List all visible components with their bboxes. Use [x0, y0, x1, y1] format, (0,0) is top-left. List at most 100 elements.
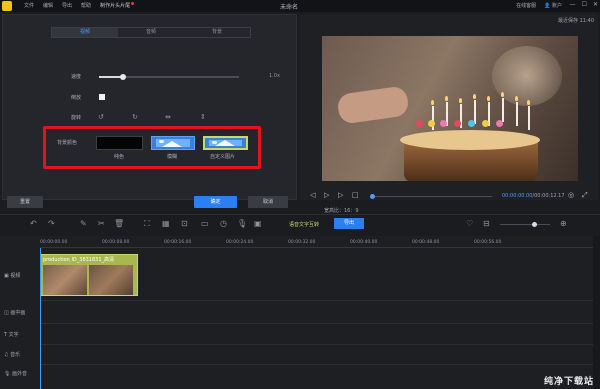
ratio-icon[interactable]: ▭	[201, 219, 209, 228]
menu-intro-outro[interactable]: 制作片头片尾	[100, 2, 135, 9]
ruler-tick: 00:00:08.00	[102, 240, 130, 245]
pip-icon: ◫	[4, 310, 9, 316]
delete-icon[interactable]: 🗑	[114, 219, 124, 228]
seek-bar[interactable]	[372, 196, 492, 197]
playhead[interactable]	[40, 248, 41, 389]
speech-to-text-button[interactable]: 语音文字互转	[289, 221, 319, 228]
ruler-tick: 00:00:56.00	[474, 240, 502, 245]
undo-icon[interactable]: ↶	[30, 219, 37, 228]
confirm-button[interactable]: 确定	[194, 196, 237, 208]
window-title: 未命名	[280, 4, 299, 11]
timeline-scrollbar[interactable]	[593, 236, 600, 389]
custom-image-option[interactable]	[203, 136, 248, 150]
music-icon: ♫	[4, 352, 9, 358]
track-pip-label: ◫ 画中画	[4, 310, 26, 316]
screen-record-icon[interactable]: ▣	[254, 219, 262, 228]
title-bar: 文件 编辑 导出 帮助 制作片头片尾 未命名 在线客服 👤 账户 — ☐ ✕	[0, 0, 600, 12]
solid-color-option[interactable]	[96, 136, 143, 150]
mosaic-icon[interactable]: ▦	[162, 219, 170, 228]
prev-frame-icon[interactable]: ◁	[310, 191, 315, 199]
flip-vertical-icon[interactable]: ⇕	[200, 113, 206, 121]
last-saved-status: 最近保存 11:40	[558, 18, 594, 24]
playback-controls: ◁ ▷ ▷ □ 00:00:00.00/00:00:12.17 ◎ ⤢	[310, 191, 590, 203]
background-color-label: 背景颜色	[57, 140, 78, 146]
menu-export[interactable]: 导出	[62, 2, 72, 9]
clip-thumbnail	[89, 265, 133, 295]
maximize-icon[interactable]: ☐	[582, 1, 587, 8]
microphone-icon: 🎙	[4, 371, 11, 377]
account-menu[interactable]: 👤 账户	[544, 2, 562, 9]
window-controls: — ☐ ✕	[570, 1, 598, 8]
tab-video[interactable]: 视频	[52, 28, 118, 37]
zoom-in-icon[interactable]: ⊕	[560, 219, 567, 228]
close-icon[interactable]: ✕	[593, 1, 598, 8]
app-logo	[2, 1, 12, 11]
crop-icon[interactable]: ⛶	[144, 219, 150, 229]
track-divider	[40, 300, 600, 301]
reset-button[interactable]: 重置	[7, 196, 43, 208]
speed-label: 速度	[71, 74, 82, 80]
menu-help[interactable]: 帮助	[81, 2, 91, 9]
play-icon[interactable]: ▷	[324, 191, 329, 199]
redo-icon[interactable]: ↷	[48, 219, 55, 228]
timecode: 00:00:00.00/00:00:12.17	[502, 193, 565, 199]
ruler-tick: 00:00:32.00	[288, 240, 316, 245]
marker-icon[interactable]: ♡	[466, 219, 473, 228]
solid-color-caption: 纯色	[114, 154, 125, 160]
video-icon: ▣	[4, 273, 9, 279]
support-link[interactable]: 在线客服	[516, 2, 536, 9]
ruler-tick: 00:00:00.00	[40, 240, 68, 245]
track-divider	[40, 364, 600, 365]
rotate-label: 旋转	[71, 115, 82, 121]
edit-panel: 视频 音频 背景 速度 1.0x 倒放 旋转 ↺ ↻ ⇹ ⇕ 背景颜色 纯色 模…	[2, 14, 297, 208]
track-music-label: ♫ 音乐	[4, 352, 21, 358]
speed-slider[interactable]	[99, 74, 239, 80]
preview-panel: 最近保存 11:40 ◁ ▷ ▷ □ 00:00:00.00/00:00:12.…	[300, 14, 598, 214]
menu-file[interactable]: 文件	[24, 2, 34, 9]
microphone-icon[interactable]: 🎙	[237, 219, 247, 228]
duration-icon[interactable]: ◷	[220, 219, 227, 228]
snapshot-icon[interactable]: ◎	[568, 191, 574, 199]
titlebar-right: 在线客服 👤 账户	[516, 2, 562, 9]
cut-icon[interactable]: ✂	[98, 219, 105, 228]
fit-icon[interactable]: ⊟	[483, 219, 490, 228]
zoom-handle[interactable]	[532, 222, 537, 227]
new-dot-icon	[131, 2, 135, 5]
ruler-tick: 00:00:48.00	[412, 240, 440, 245]
flip-horizontal-icon[interactable]: ⇹	[165, 113, 171, 121]
edit-toolbar: ↶ ↷ ✎ ✂ 🗑 ⛶ ▦ ⊡ ▭ ◷ 🎙 ▣ 语音文字互转 导出 ♡ ⊟ ⊕	[0, 214, 600, 234]
export-button[interactable]: 导出	[334, 218, 364, 229]
image-icon	[156, 139, 190, 147]
site-watermark: 纯净下载站	[543, 377, 594, 387]
cancel-button[interactable]: 取消	[248, 196, 288, 208]
custom-image-caption: 自定义图片	[210, 154, 236, 160]
aspect-ratio-label[interactable]: 宽高比：16：9	[324, 207, 359, 214]
zoom-slider[interactable]	[500, 224, 550, 225]
track-divider	[40, 323, 600, 324]
reverse-checkbox[interactable]	[99, 94, 105, 100]
edit-icon[interactable]: ✎	[80, 219, 87, 228]
track-voiceover-label: 🎙 画外音	[4, 371, 27, 377]
tab-background[interactable]: 背景	[184, 28, 250, 37]
ruler-tick: 00:00:40.00	[350, 240, 378, 245]
user-icon: 👤	[544, 3, 551, 9]
stop-icon[interactable]: □	[352, 191, 359, 199]
rotate-right-icon[interactable]: ↻	[132, 113, 138, 121]
clip-thumbnail	[43, 265, 87, 295]
seek-handle[interactable]	[370, 194, 375, 199]
track-text-label: T 文字	[4, 332, 19, 338]
fullscreen-icon[interactable]: ⤢	[582, 191, 588, 200]
rotate-left-icon[interactable]: ↺	[98, 113, 104, 121]
time-ruler[interactable]: 00:00:00.00 00:00:08.00 00:00:16.00 00:0…	[40, 236, 600, 248]
blur-option[interactable]	[151, 136, 195, 150]
freeze-icon[interactable]: ⊡	[181, 219, 188, 228]
video-clip[interactable]: production ID_3831831_高清	[40, 254, 138, 296]
minimize-icon[interactable]: —	[570, 1, 576, 8]
blur-caption: 模糊	[167, 154, 178, 160]
tab-audio[interactable]: 音频	[118, 28, 184, 37]
menu-edit[interactable]: 编辑	[43, 2, 53, 9]
speed-slider-handle[interactable]	[119, 74, 126, 80]
menu-bar: 文件 编辑 导出 帮助 制作片头片尾	[24, 2, 135, 9]
track-divider	[40, 344, 600, 345]
next-frame-icon[interactable]: ▷	[338, 191, 343, 199]
